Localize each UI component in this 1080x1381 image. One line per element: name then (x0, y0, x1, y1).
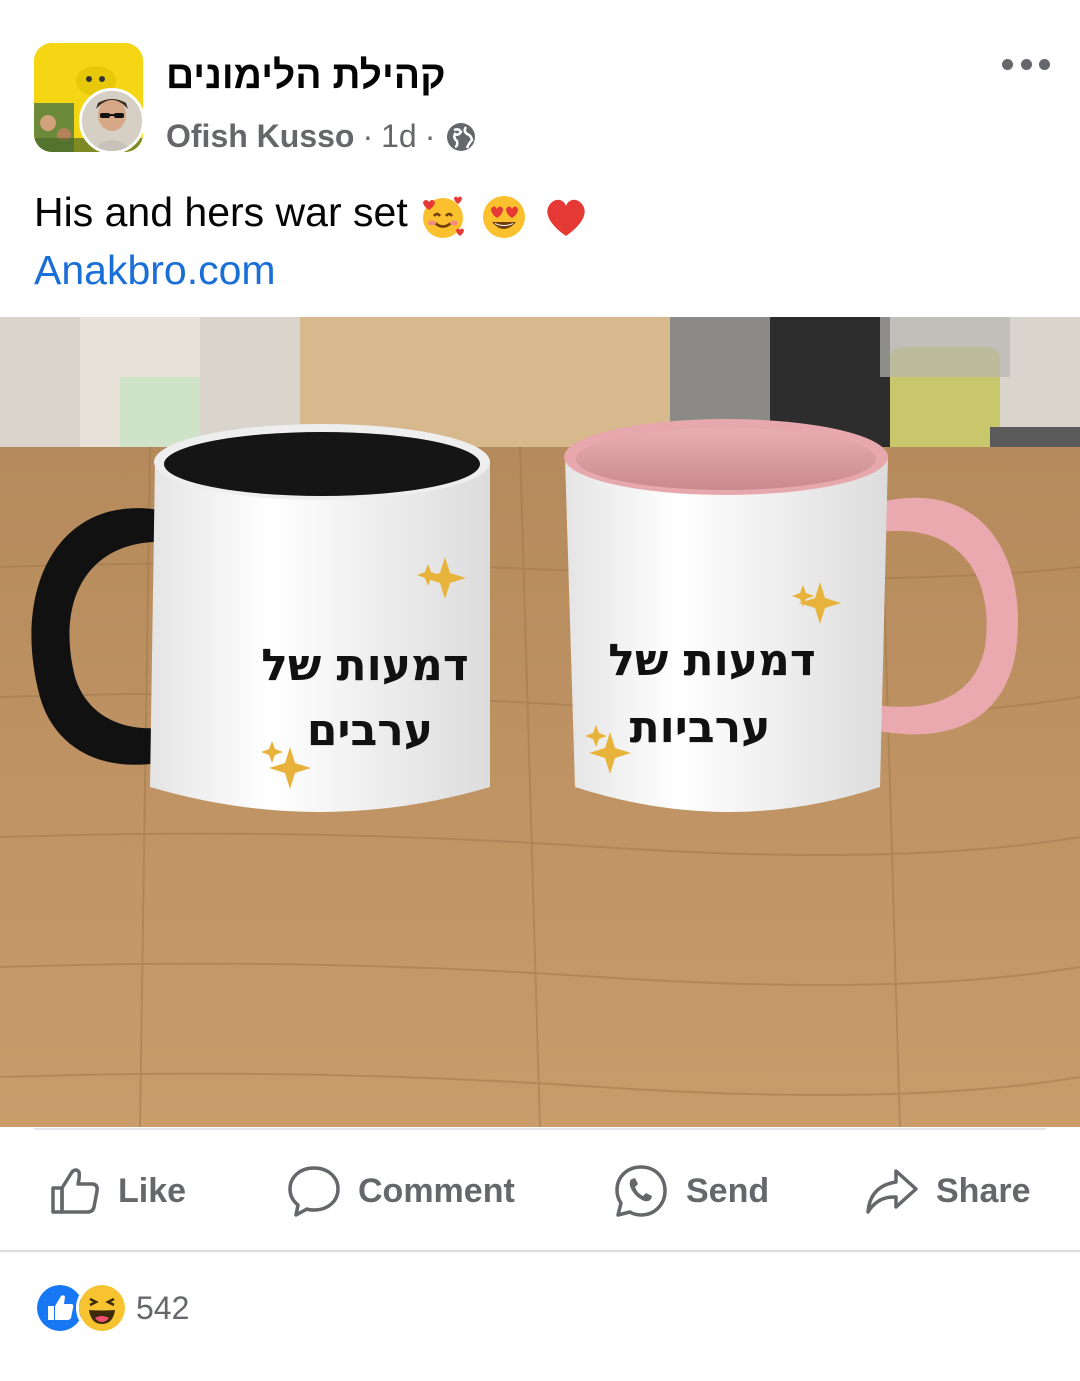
share-button[interactable]: Share (864, 1150, 1031, 1232)
share-arrow-icon (866, 1169, 918, 1214)
meta-separator: · (424, 118, 436, 154)
whatsapp-icon (615, 1165, 667, 1217)
group-name[interactable]: קהילת הלימונים (166, 52, 446, 100)
like-label: Like (118, 1171, 187, 1210)
smiling-face-with-hearts-icon (422, 196, 464, 239)
post-photo[interactable]: דמעות של ערבים דמעות של ערביות (0, 317, 1080, 1127)
mug-right-text-line2: ערביות (630, 702, 771, 753)
mug-left-text-line2: ערבים (307, 705, 433, 756)
send-label: Send (686, 1171, 770, 1210)
reactions-summary[interactable]: 542 (34, 1282, 190, 1334)
post-text: His and hers war set (34, 186, 591, 242)
red-heart-icon (546, 199, 585, 237)
post-link[interactable]: Anakbro.com (34, 244, 276, 296)
post-actions-bar: Like Comment Send Share (0, 1150, 1080, 1232)
reaction-count: 542 (136, 1289, 190, 1326)
post-time[interactable]: 1d (381, 114, 417, 158)
post-emojis (418, 188, 591, 242)
share-label: Share (936, 1171, 1031, 1210)
author-avatar[interactable] (79, 88, 145, 154)
author-name[interactable]: Ofish Kusso (166, 114, 354, 158)
post-header: קהילת הלימונים Ofish Kusso · 1d · (0, 0, 1080, 170)
comment-bubble-icon (288, 1166, 340, 1217)
post-meta: Ofish Kusso · 1d · (166, 114, 477, 158)
heart-eyes-icon (483, 196, 526, 239)
globe-icon (445, 120, 477, 152)
comment-label: Comment (358, 1171, 515, 1210)
mug-right-text-line1: דמעות של (608, 635, 815, 686)
post-text-content: His and hers war set (34, 189, 408, 235)
haha-reaction-icon (76, 1282, 128, 1334)
more-options-icon[interactable] (1002, 52, 1050, 76)
comment-button[interactable]: Comment (286, 1150, 515, 1232)
like-button[interactable]: Like (48, 1150, 186, 1232)
meta-separator: · (362, 118, 374, 154)
mug-left-text-line1: דמעות של (261, 640, 468, 691)
divider (0, 1250, 1080, 1252)
send-button[interactable]: Send (612, 1150, 769, 1232)
divider (34, 1128, 1046, 1130)
thumbs-up-icon (51, 1168, 99, 1214)
